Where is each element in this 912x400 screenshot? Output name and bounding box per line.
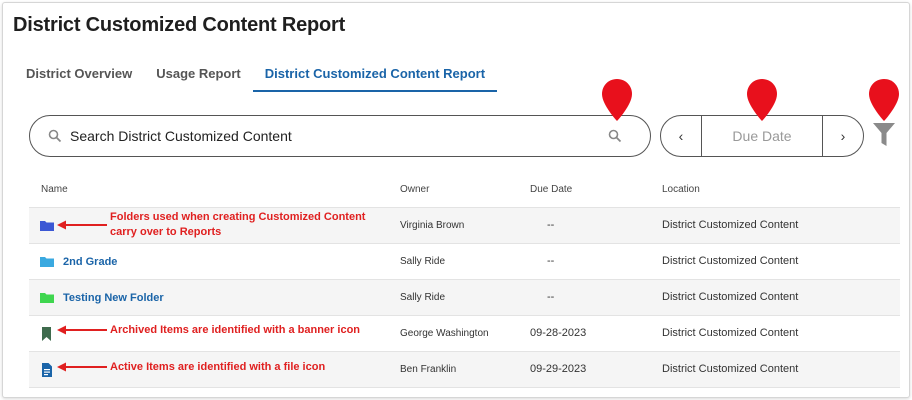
column-header-location[interactable]: Location [662,184,700,195]
item-owner: Sally Ride [400,292,446,303]
table-bottom-divider [29,387,900,388]
item-name[interactable]: 2nd Grade [63,256,117,268]
item-due-date: 09-29-2023 [530,363,587,375]
item-name[interactable]: Testing New Folder [63,292,164,304]
item-owner: Ben Franklin [400,364,457,375]
tab-district-customized-content-report[interactable]: District Customized Content Report [252,62,498,92]
item-owner: Virginia Brown [400,220,465,231]
search-icon [48,129,62,143]
item-location: District Customized Content [662,219,799,231]
folder-icon [40,257,54,267]
item-due-date: -- [547,219,555,231]
annotation-archived: Archived Items are identified with a ban… [110,324,361,336]
item-location: District Customized Content [662,327,799,339]
item-owner: Sally Ride [400,256,446,267]
marker-pin-icon [869,79,899,121]
due-date-label[interactable]: Due Date [701,116,823,156]
column-header-due-date[interactable]: Due Date [530,184,572,195]
search-bar [29,115,651,157]
search-input[interactable] [70,128,590,144]
previous-date-button[interactable]: ‹ [661,116,701,156]
filter-icon[interactable] [872,122,896,148]
next-date-button[interactable]: › [823,116,863,156]
annotation-arrow-icon [57,220,107,230]
tab-usage-report[interactable]: Usage Report [144,62,253,92]
table-row[interactable]: 2nd Grade Sally Ride -- District Customi… [29,243,900,279]
item-due-date: 09-28-2023 [530,327,587,339]
tab-district-overview[interactable]: District Overview [14,62,144,92]
column-header-name[interactable]: Name [41,184,68,195]
report-tabs: District Overview Usage Report District … [14,62,498,92]
banner-icon [42,327,51,341]
column-header-owner[interactable]: Owner [400,184,429,195]
annotation-folders-line2: carry over to Reports [110,226,222,238]
item-owner: George Washington [400,328,489,339]
table-row[interactable]: Testing New Folder Sally Ride -- Distric… [29,279,900,315]
annotation-arrow-icon [57,362,107,372]
item-due-date: -- [547,291,555,303]
annotation-active: Active Items are identified with a file … [110,361,326,373]
item-location: District Customized Content [662,363,799,375]
marker-pin-icon [602,79,632,121]
item-location: District Customized Content [662,291,799,303]
annotation-folders-line1: Folders used when creating Customized Co… [110,211,366,223]
item-due-date: -- [547,255,555,267]
marker-pin-icon [747,79,777,121]
file-icon [42,363,52,377]
item-location: District Customized Content [662,255,799,267]
page-title: District Customized Content Report [13,14,346,36]
search-submit-icon[interactable] [608,129,622,143]
folder-icon [40,221,54,231]
folder-icon [40,293,54,303]
annotation-arrow-icon [57,325,107,335]
annotation-folders: Folders used when creating Customized Co… [110,210,365,240]
